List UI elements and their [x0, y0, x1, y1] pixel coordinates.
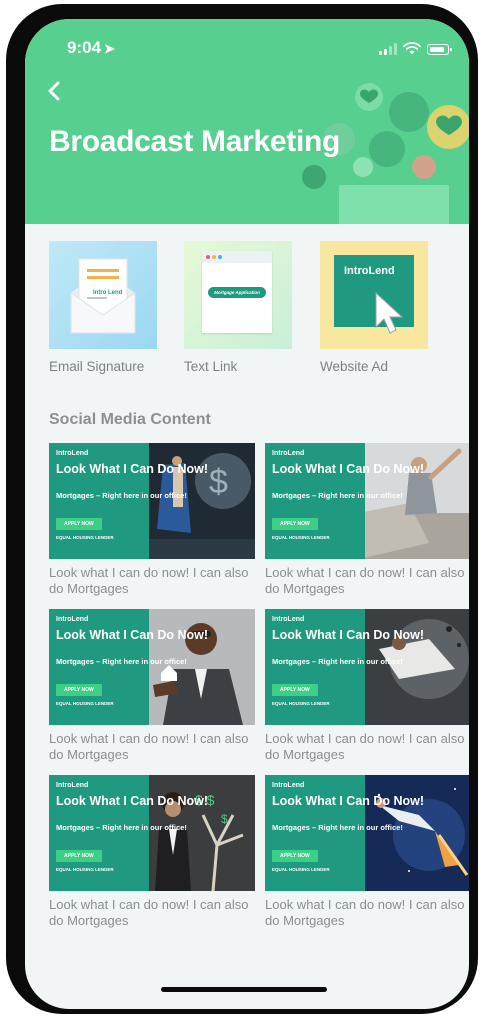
equal-housing-lender-logo: EQUAL HOUSING LENDER [56, 867, 114, 872]
social-card-caption: Look what I can do now! I can also do Mo… [49, 897, 249, 928]
social-card[interactable]: $ IntroLend Look What I Can Do Now! Mort… [49, 443, 255, 597]
website-ad-brand: IntroLend [344, 265, 395, 277]
banner-brand: IntroLend [56, 782, 89, 789]
banner-subline: Mortgages – Right here in our office! [56, 491, 187, 500]
apply-now-button: APPLY NOW [272, 684, 318, 696]
website-ad-thumbnail: IntroLend [320, 241, 428, 349]
signal-icon [379, 43, 397, 55]
apply-now-button: APPLY NOW [56, 684, 102, 696]
app-screen: 9:04 ➤ Broadcast Marketing Intro Lend Em… [25, 19, 469, 1009]
home-indicator[interactable] [161, 987, 327, 992]
social-card-caption: Look what I can do now! I can also do Mo… [265, 897, 465, 928]
apply-now-button: APPLY NOW [56, 518, 102, 530]
equal-housing-lender-logo: EQUAL HOUSING LENDER [272, 701, 330, 706]
tool-email-signature[interactable]: Intro Lend Email Signature [49, 241, 157, 374]
banner-brand: IntroLend [272, 616, 305, 623]
banner-text-panel [49, 775, 149, 891]
tool-label-text-link: Text Link [184, 359, 238, 374]
status-icons [379, 41, 452, 55]
cursor-icon [375, 291, 404, 334]
banner-headline: Look What I Can Do Now! [272, 462, 425, 476]
equal-housing-lender-logo: EQUAL HOUSING LENDER [56, 701, 114, 706]
banner-subline: Mortgages – Right here in our office! [272, 491, 403, 500]
banner-headline: Look What I Can Do Now! [56, 794, 209, 808]
status-time-text: 9:04 [67, 38, 102, 57]
social-banner: IntroLend Look What I Can Do Now! Mortga… [49, 609, 255, 725]
wifi-icon [403, 42, 421, 55]
banner-brand: IntroLend [56, 616, 89, 623]
mortgage-application-link-button: Mortgage Application [208, 287, 266, 298]
tool-label-email-signature: Email Signature [49, 359, 145, 374]
social-card-caption: Look what I can do now! I can also do Mo… [265, 565, 465, 596]
banner-text-panel [265, 775, 365, 891]
apply-now-button: APPLY NOW [272, 850, 318, 862]
status-time: 9:04 ➤ [67, 38, 115, 58]
karate-businesswoman-photo [359, 443, 469, 559]
social-card[interactable]: IntroLend Look What I Can Do Now! Mortga… [265, 775, 469, 929]
banner-subline: Mortgages – Right here in our office! [272, 657, 403, 666]
section-title-social-media: Social Media Content [49, 411, 211, 428]
karate-kick-photo [359, 609, 469, 725]
banner-headline: Look What I Can Do Now! [56, 628, 209, 642]
marketing-tools: Intro Lend Email Signature Mortgage Appl… [49, 241, 449, 381]
social-banner: IntroLend Look What I Can Do Now! Mortga… [265, 443, 469, 559]
flying-man-space-photo [359, 775, 469, 891]
social-banner: $ IntroLend Look What I Can Do Now! Mort… [49, 443, 255, 559]
svg-text:$: $ [209, 463, 228, 501]
location-arrow-icon: ➤ [104, 41, 115, 56]
battery-icon [427, 44, 452, 55]
banner-subline: Mortgages – Right here in our office! [56, 657, 187, 666]
equal-housing-lender-logo: EQUAL HOUSING LENDER [272, 867, 330, 872]
banner-headline: Look What I Can Do Now! [272, 794, 425, 808]
chevron-left-icon[interactable] [45, 79, 65, 103]
social-card[interactable]: IntroLend Look What I Can Do Now! Mortga… [265, 443, 469, 597]
social-banner: IntroLend Look What I Can Do Now! Mortga… [265, 609, 469, 725]
tool-label-website-ad: Website Ad [320, 359, 389, 374]
tool-website-ad[interactable]: IntroLend Website Ad [320, 241, 428, 374]
banner-headline: Look What I Can Do Now! [272, 628, 425, 642]
banner-text-panel [265, 609, 365, 725]
banner-text-panel [49, 609, 149, 725]
equal-housing-lender-logo: EQUAL HOUSING LENDER [56, 535, 114, 540]
social-card-caption: Look what I can do now! I can also do Mo… [265, 731, 465, 762]
superhero-photo: $ [143, 443, 255, 559]
social-card-caption: Look what I can do now! I can also do Mo… [49, 565, 249, 596]
tool-text-link[interactable]: Mortgage Application Text Link [184, 241, 292, 374]
social-card[interactable]: IntroLend Look What I Can Do Now! Mortga… [265, 609, 469, 763]
social-card[interactable]: IntroLend Look What I Can Do Now! Mortga… [49, 609, 255, 763]
apply-now-button: APPLY NOW [272, 518, 318, 530]
text-link-thumbnail: Mortgage Application [184, 241, 292, 349]
email-signature-thumbnail: Intro Lend [49, 241, 157, 349]
banner-brand: IntroLend [56, 450, 89, 457]
equal-housing-lender-logo: EQUAL HOUSING LENDER [272, 535, 330, 540]
banner-subline: Mortgages – Right here in our office! [272, 823, 403, 832]
header: 9:04 ➤ Broadcast Marketing [25, 19, 469, 224]
email-brand-logo: Intro Lend [93, 290, 123, 296]
banner-text-panel [265, 443, 365, 559]
phone-frame: 9:04 ➤ Broadcast Marketing Intro Lend Em… [6, 4, 478, 1014]
browser-window: Mortgage Application [202, 251, 272, 333]
banner-headline: Look What I Can Do Now! [56, 462, 209, 476]
banner-subline: Mortgages – Right here in our office! [56, 823, 187, 832]
banner-brand: IntroLend [272, 450, 305, 457]
businessman-house-photo [143, 609, 255, 725]
social-card[interactable]: $ $ $ IntroLend Look What I Can Do Now! … [49, 775, 255, 929]
banner-text-panel [49, 443, 149, 559]
social-banner: $ $ $ IntroLend Look What I Can Do Now! … [49, 775, 255, 891]
apply-now-button: APPLY NOW [56, 850, 102, 862]
social-card-caption: Look what I can do now! I can also do Mo… [49, 731, 249, 762]
page-title: Broadcast Marketing [49, 125, 341, 158]
svg-text:$: $ [221, 812, 228, 826]
banner-brand: IntroLend [272, 782, 305, 789]
social-banner: IntroLend Look What I Can Do Now! Mortga… [265, 775, 469, 891]
money-tree-photo: $ $ $ [143, 775, 255, 891]
